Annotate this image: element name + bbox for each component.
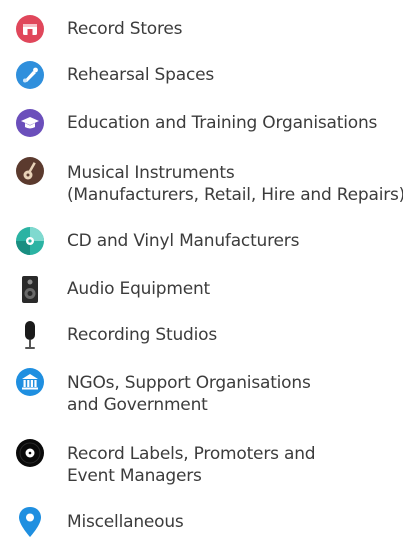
legend-line: Education and Training Organisations: [67, 113, 378, 133]
legend-label-instruments: Musical Instruments (Manufacturers, Reta…: [67, 162, 403, 206]
legend-line: Record Labels, Promoters and: [67, 444, 316, 464]
government-building-icon: [15, 367, 45, 397]
legend-label-cd-vinyl: CD and Vinyl Manufacturers: [67, 230, 299, 252]
graduation-cap-icon: [15, 108, 45, 138]
legend-line: Musical Instruments: [67, 163, 235, 183]
legend-line: Audio Equipment: [67, 279, 211, 299]
map-legend: Record Stores Rehearsal Spaces Education…: [0, 0, 403, 542]
legend-line: Event Managers: [67, 466, 202, 486]
legend-label-education: Education and Training Organisations: [67, 112, 377, 134]
microphone-icon: [15, 320, 45, 350]
vinyl-record-icon: [15, 438, 45, 468]
guitar-pick-icon: [15, 60, 45, 90]
record-store-icon: [15, 14, 45, 44]
guitar-icon: [15, 156, 45, 186]
legend-label-ngos: NGOs, Support Organisations and Governme…: [67, 372, 311, 416]
legend-label-rehearsal-spaces: Rehearsal Spaces: [67, 64, 214, 86]
legend-label-record-stores: Record Stores: [67, 18, 183, 40]
map-pin-icon: [15, 506, 45, 537]
legend-label-miscellaneous: Miscellaneous: [67, 511, 184, 533]
cd-disc-icon: [15, 226, 45, 256]
legend-line: Miscellaneous: [67, 512, 184, 532]
legend-line: CD and Vinyl Manufacturers: [67, 231, 300, 251]
speaker-icon: [15, 274, 45, 304]
legend-line: Rehearsal Spaces: [67, 65, 215, 85]
legend-line: (Manufacturers, Retail, Hire and Repairs…: [67, 185, 403, 205]
legend-label-audio-equipment: Audio Equipment: [67, 278, 210, 300]
legend-line: NGOs, Support Organisations: [67, 373, 311, 393]
legend-line: Recording Studios: [67, 325, 218, 345]
legend-line: Record Stores: [67, 19, 183, 39]
legend-line: and Government: [67, 395, 208, 415]
legend-label-record-labels: Record Labels, Promoters and Event Manag…: [67, 443, 316, 487]
legend-label-recording-studios: Recording Studios: [67, 324, 217, 346]
